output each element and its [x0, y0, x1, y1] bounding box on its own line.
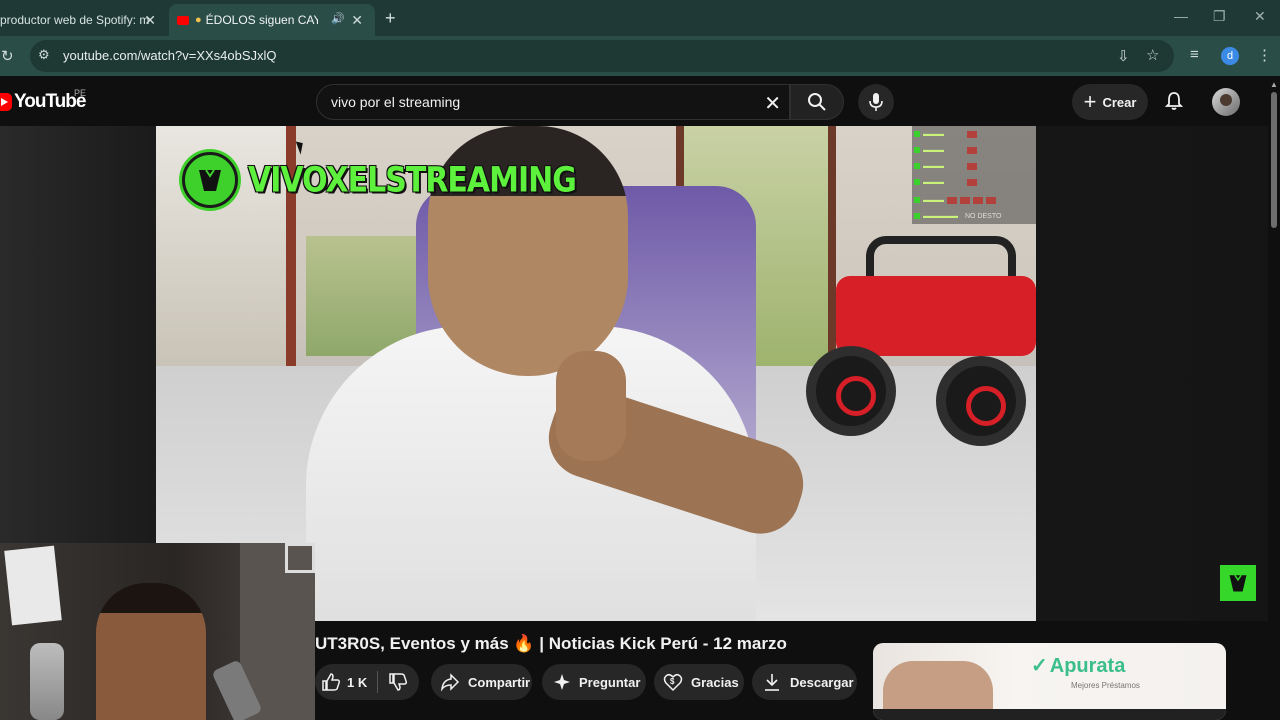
ad-brand: ✓ Apurata: [1031, 655, 1126, 677]
tab-title: productor web de Spotify: m: [0, 13, 150, 27]
download-label: Descargar: [790, 674, 854, 690]
install-app-icon[interactable]: ⇩: [1117, 47, 1130, 65]
share-button[interactable]: Compartir: [431, 664, 532, 700]
ask-label: Preguntar: [579, 674, 641, 690]
dislike-thumb-icon[interactable]: [388, 672, 408, 692]
divider: [377, 671, 379, 693]
audio-playing-icon[interactable]: 🔊: [331, 12, 345, 25]
svg-text:$: $: [670, 677, 675, 686]
youtube-favicon-icon: [177, 15, 189, 25]
cam-fan-image: [30, 643, 64, 720]
notifications-bell-icon[interactable]: [1163, 90, 1185, 112]
thanks-button[interactable]: $ Gracias: [654, 664, 744, 700]
close-tab-icon[interactable]: ✕: [144, 12, 156, 29]
video-title: UT3R0S, Eventos y más 🔥 | Noticias Kick …: [315, 634, 787, 653]
new-tab-icon[interactable]: +: [385, 8, 396, 29]
like-count[interactable]: 1 K: [347, 675, 367, 690]
create-button[interactable]: + Crear: [1072, 84, 1148, 120]
window-close-icon[interactable]: ✕: [1254, 8, 1266, 25]
sponsored-ad-card[interactable]: ✓ Apurata Mejores Préstamos: [873, 643, 1226, 720]
country-code: PE: [74, 88, 87, 98]
media-queue-icon[interactable]: ≡: [1190, 46, 1199, 63]
youtube-logo[interactable]: YouTube: [0, 91, 86, 113]
search-input[interactable]: vivo por el streaming ✕: [316, 84, 790, 120]
tab-spotify[interactable]: productor web de Spotify: m ✕: [0, 4, 168, 36]
ad-tagline: Mejores Préstamos: [1071, 681, 1140, 690]
download-button[interactable]: Descargar: [752, 664, 857, 700]
minimize-icon[interactable]: —: [1174, 8, 1188, 24]
restore-icon[interactable]: ❐: [1213, 8, 1226, 25]
scroll-up-arrow-icon[interactable]: ▲: [1270, 80, 1278, 89]
cam-picture-frame-image: [285, 543, 315, 573]
reload-icon[interactable]: ↻: [1, 47, 14, 65]
webcam-overlay: [0, 543, 315, 720]
like-thumb-icon[interactable]: [321, 672, 341, 692]
like-dislike-group: 1 K: [315, 664, 419, 700]
site-info-icon[interactable]: ⚙: [38, 47, 50, 63]
close-tab-icon[interactable]: ✕: [351, 12, 363, 29]
super-thanks-heart-icon: $: [663, 673, 683, 692]
omnibox[interactable]: ⚙ youtube.com/watch?v=XXs4obSJxlQ: [30, 40, 1174, 72]
person-hand-image: [556, 351, 626, 461]
chat-tag-text: NO DESTO: [965, 212, 1002, 220]
microphone-icon: [869, 93, 883, 111]
plus-icon: +: [1083, 89, 1097, 114]
bulb-emoji-icon: ●: [195, 14, 202, 26]
ask-button[interactable]: Preguntar: [542, 664, 646, 700]
stream-brand-overlay: VIVOXELSTREAMING: [182, 152, 577, 208]
cam-person-image: [96, 583, 206, 720]
pot-logo-icon: [182, 152, 238, 208]
url-text[interactable]: youtube.com/watch?v=XXs4obSJxlQ: [63, 48, 277, 63]
share-arrow-icon: [440, 673, 460, 692]
brand-text: VIVOXELSTREAMING: [248, 159, 577, 201]
search-query: vivo por el streaming: [331, 94, 461, 110]
clear-search-icon[interactable]: ✕: [764, 91, 781, 116]
cam-poster-image: [4, 545, 62, 626]
download-icon: [765, 674, 779, 691]
search-icon: [808, 93, 826, 111]
bookmark-star-icon[interactable]: ☆: [1146, 46, 1159, 64]
create-label: Crear: [1102, 94, 1137, 110]
share-label: Compartir: [468, 674, 531, 690]
youtube-header: YouTube PE vivo por el streaming ✕ + Cre…: [0, 76, 1268, 126]
tab-youtube[interactable]: ● ÉDOLOS siguen CAYENDO 🔊 ✕: [169, 4, 375, 36]
check-icon: ✓: [1031, 655, 1048, 677]
stream-chat-overlay: ▬▬▬ ▬▬▬ ▬▬▬ ▬▬▬ ▬▬▬ ▬▬▬▬▬ NO DESTO: [912, 126, 1036, 224]
scrollbar-thumb[interactable]: [1271, 92, 1277, 228]
voice-search-button[interactable]: [858, 84, 894, 120]
sparkle-icon: [554, 674, 570, 690]
address-bar-row: ↻ ⚙ youtube.com/watch?v=XXs4obSJxlQ ⇩ ☆ …: [0, 36, 1280, 76]
channel-watermark-icon[interactable]: [1220, 565, 1256, 601]
tab-title: ÉDOLOS siguen CAYENDO: [205, 13, 318, 27]
thanks-label: Gracias: [691, 674, 739, 690]
browser-profile-icon[interactable]: d: [1221, 47, 1239, 65]
ad-footer: [873, 709, 1226, 720]
account-avatar[interactable]: [1212, 88, 1240, 116]
browser-tab-bar: productor web de Spotify: m ✕ ● ÉDOLOS s…: [0, 0, 1280, 36]
youtube-play-icon: [0, 93, 12, 111]
menu-kebab-icon[interactable]: ⋮: [1257, 46, 1272, 64]
search-button[interactable]: [790, 84, 844, 120]
toy-buggy-image: [796, 236, 1036, 446]
